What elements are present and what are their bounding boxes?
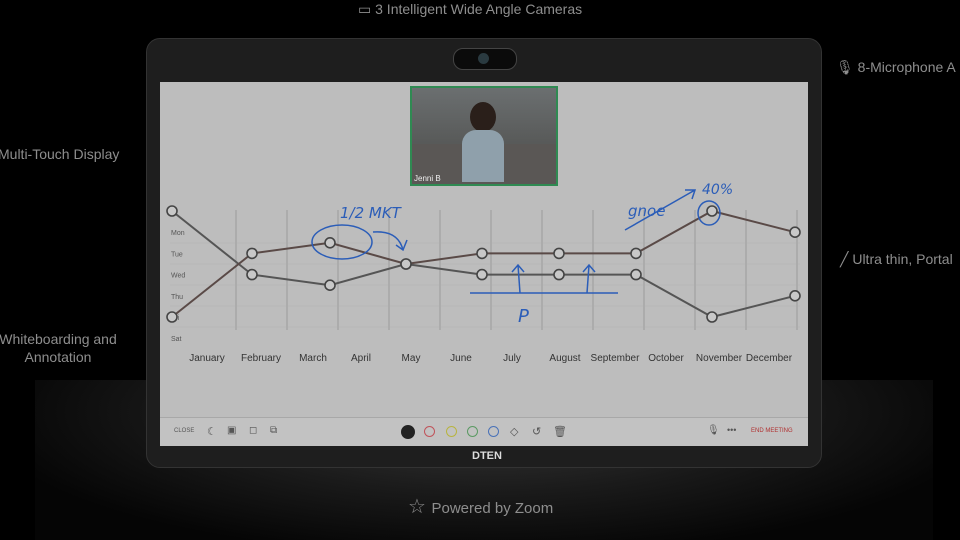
handwritten-annotation: 1/2 MKT [340, 204, 403, 222]
data-point [166, 205, 178, 217]
y-tick-label: Sat [171, 336, 182, 343]
data-point [789, 226, 801, 238]
data-point [476, 247, 488, 260]
data-point [706, 205, 718, 217]
more-icon[interactable]: ••• [727, 425, 736, 435]
star-icon: ☆ [408, 496, 432, 518]
eraser-icon[interactable]: ◇ [510, 425, 518, 438]
data-point [706, 311, 718, 323]
slash-icon: ╱ [840, 251, 853, 267]
trash-icon[interactable]: 🗑 [553, 425, 567, 438]
video-tile[interactable]: Jenni B [410, 86, 558, 186]
data-point [246, 268, 258, 281]
pen-black[interactable] [401, 425, 415, 439]
camera-lens-icon [478, 53, 489, 64]
camera-bar [453, 48, 517, 70]
data-point [553, 247, 565, 260]
feature-powered: ☆ Powered by Zoom [408, 496, 554, 518]
x-tick-label: November [696, 353, 743, 364]
pen-yellow[interactable] [446, 426, 457, 437]
pen-blue[interactable] [488, 426, 499, 437]
data-point [246, 247, 258, 260]
microphone-icon: 🎙 [836, 59, 858, 75]
y-tick-label: Tue [171, 251, 183, 258]
handwritten-annotation: P [518, 306, 529, 327]
feature-thin: ╱ Ultra thin, Portal [840, 251, 953, 267]
participant-name: Jenni B [414, 174, 441, 183]
pages-icon[interactable]: ⧉ [270, 425, 277, 436]
x-tick-label: January [189, 353, 225, 364]
undo-icon[interactable]: ↺ [532, 425, 541, 438]
data-point [553, 268, 565, 281]
x-tick-label: April [351, 353, 371, 364]
feature-whiteboard: Whiteboarding and Annotation [0, 331, 117, 365]
x-tick-label: March [299, 353, 327, 364]
moon-icon[interactable]: ☾ [207, 425, 217, 438]
camera-icon: ▭ [358, 1, 376, 17]
x-tick-label: February [241, 353, 281, 364]
data-point [324, 237, 336, 249]
save-icon[interactable]: ▣ [227, 425, 236, 436]
x-tick-label: September [591, 353, 641, 364]
end-meeting-button[interactable]: END MEETING [751, 428, 793, 434]
x-tick-label: August [549, 353, 580, 364]
data-point [166, 311, 178, 323]
feature-cameras: ▭ 3 Intelligent Wide Angle Cameras [358, 1, 583, 17]
handwritten-annotation: gnoe [628, 202, 665, 220]
microphone-icon[interactable]: 🎙 [707, 425, 720, 436]
data-point [324, 279, 336, 291]
person-head [470, 102, 496, 132]
x-tick-label: October [648, 353, 684, 364]
y-tick-label: Thu [171, 294, 183, 301]
close-button[interactable]: CLOSE [174, 428, 194, 434]
annotation-lines [470, 263, 618, 294]
x-tick-label: December [746, 353, 793, 364]
whiteboard-toolbar: CLOSE ☾ ▣ ◻ ⧉ ◇ ↺ 🗑 🎙 ••• END MEETING [160, 417, 808, 446]
data-point [630, 268, 642, 281]
data-point [630, 247, 642, 260]
data-point [400, 258, 412, 270]
data-point [789, 290, 801, 302]
person-body [462, 130, 504, 182]
pen-red[interactable] [424, 426, 435, 437]
feature-touch: Multi-Touch Display [0, 146, 120, 162]
pen-green[interactable] [467, 426, 478, 437]
annotation-arrow [372, 231, 408, 252]
y-tick-label: Wed [171, 273, 185, 280]
y-tick-label: Mon [171, 230, 185, 237]
x-tick-label: July [503, 353, 521, 364]
brand-logo: DTEN [472, 450, 502, 462]
x-tick-label: June [450, 353, 472, 364]
new-page-icon[interactable]: ◻ [249, 425, 257, 436]
feature-mics: 🎙 8-Microphone A [836, 59, 956, 75]
annotation-circle [311, 224, 373, 260]
x-tick-label: May [402, 353, 421, 364]
data-point [476, 268, 488, 281]
handwritten-annotation: 40% [702, 182, 733, 198]
